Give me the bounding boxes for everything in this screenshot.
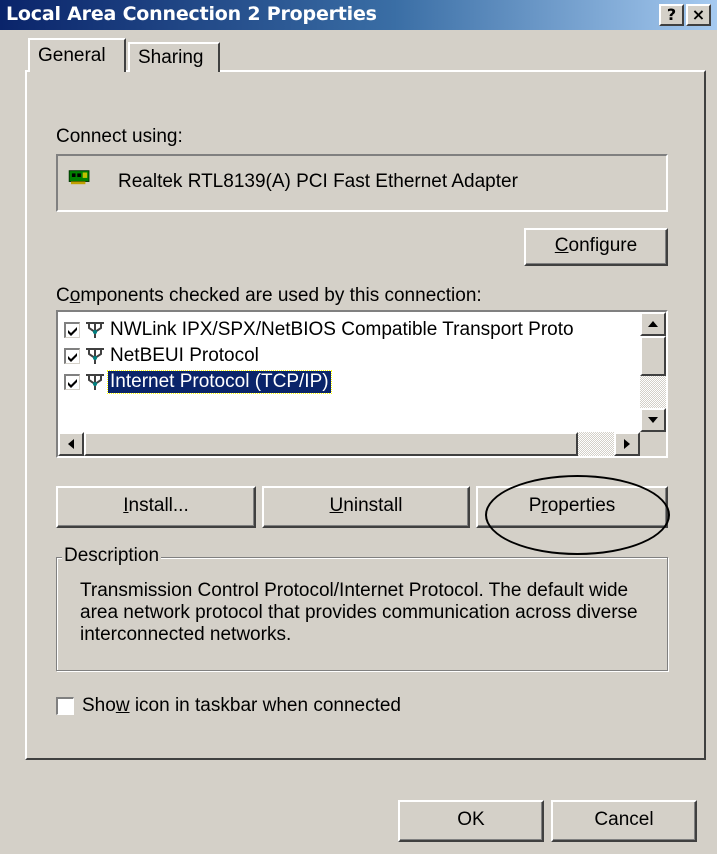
checkbox-netbeui[interactable]: [64, 348, 80, 364]
properties-button[interactable]: Properties: [476, 486, 668, 528]
list-item-label-selected: Internet Protocol (TCP/IP): [107, 370, 332, 394]
scroll-corner: [640, 432, 666, 456]
connect-using-label: Connect using:: [56, 126, 183, 147]
components-list[interactable]: NWLink IPX/SPX/NetBIOS Compatible Transp…: [56, 310, 668, 458]
help-button[interactable]: ?: [659, 4, 684, 26]
uninstall-accel: U: [329, 495, 344, 516]
cancel-button[interactable]: Cancel: [551, 800, 697, 842]
properties-label: operties: [547, 495, 616, 516]
show-icon-checkbox[interactable]: [56, 697, 74, 715]
uninstall-label: ninstall: [343, 495, 403, 516]
vertical-scrollbar[interactable]: [640, 312, 666, 432]
list-item-label: NWLink IPX/SPX/NetBIOS Compatible Transp…: [110, 319, 574, 340]
arrow-left-icon: [68, 439, 74, 449]
tab-general[interactable]: General: [28, 38, 126, 72]
description-legend: Description: [62, 545, 162, 567]
uninstall-button[interactable]: Uninstall: [262, 486, 470, 528]
cancel-label: Cancel: [594, 809, 654, 830]
title-bar[interactable]: Local Area Connection 2 Properties ? ×: [0, 0, 717, 30]
install-label: nstall...: [128, 495, 189, 516]
window-title: Local Area Connection 2 Properties: [6, 3, 377, 25]
ok-label: OK: [457, 809, 485, 830]
configure-label: onfigure: [568, 235, 638, 256]
scroll-up-button[interactable]: [640, 312, 666, 336]
scroll-left-button[interactable]: [58, 432, 84, 456]
tab-sharing[interactable]: Sharing: [128, 42, 220, 72]
list-item-label: NetBEUI Protocol: [110, 345, 259, 366]
components-label: Components checked are used by this conn…: [56, 285, 482, 306]
protocol-icon: [86, 348, 104, 364]
install-button[interactable]: Install...: [56, 486, 256, 528]
horizontal-scrollbar[interactable]: [58, 432, 640, 456]
network-card-icon: [68, 170, 90, 185]
checkbox-tcpip[interactable]: [64, 374, 80, 390]
arrow-down-icon: [648, 417, 658, 423]
scroll-down-button[interactable]: [640, 408, 666, 432]
checkbox-nwlink[interactable]: [64, 322, 80, 338]
scroll-right-button[interactable]: [614, 432, 640, 456]
arrow-right-icon: [624, 439, 630, 449]
configure-accel: C: [554, 235, 569, 256]
arrow-up-icon: [648, 321, 658, 327]
properties-dialog: Local Area Connection 2 Properties ? × G…: [0, 0, 717, 854]
adapter-name: Realtek RTL8139(A) PCI Fast Ethernet Ada…: [118, 171, 518, 192]
ok-button[interactable]: OK: [398, 800, 544, 842]
tab-general-label: General: [38, 45, 106, 66]
protocol-icon: [86, 322, 104, 338]
configure-button[interactable]: Configure: [524, 228, 668, 266]
tab-sharing-label: Sharing: [138, 47, 204, 68]
description-text: Transmission Control Protocol/Internet P…: [80, 580, 638, 645]
horizontal-scroll-thumb[interactable]: [84, 432, 578, 456]
close-button[interactable]: ×: [686, 4, 711, 26]
protocol-icon: [86, 374, 104, 390]
show-icon-label[interactable]: Show icon in taskbar when connected: [82, 695, 401, 717]
adapter-field: Realtek RTL8139(A) PCI Fast Ethernet Ada…: [56, 154, 668, 212]
vertical-scroll-thumb[interactable]: [640, 336, 666, 376]
properties-pre: P: [528, 495, 542, 516]
